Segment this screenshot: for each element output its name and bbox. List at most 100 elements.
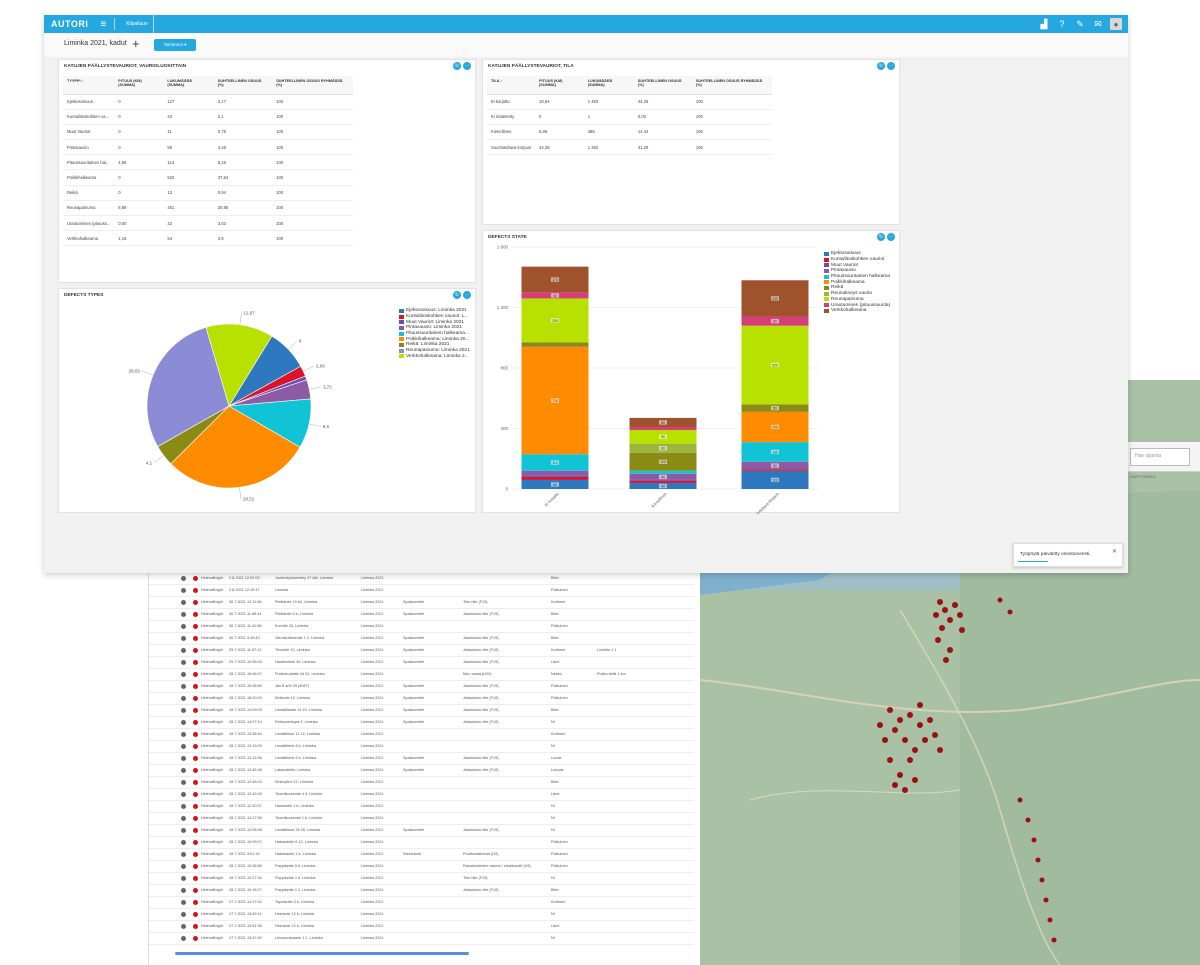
user-avatar-icon[interactable]: ● bbox=[1110, 18, 1122, 30]
nav-tab-kilpailuun[interactable]: Kilpailuun bbox=[121, 15, 154, 33]
list-item[interactable]: HelenaBright 28.7.2021 12:46:04 Kirkkojärv… bbox=[149, 777, 694, 789]
refresh-icon[interactable]: ↻ bbox=[877, 233, 885, 241]
legend-item[interactable]: Verkkohalkeama bbox=[824, 308, 890, 314]
list-item[interactable]: HelenaBright 28.7.2021 10:38:56 Pappilanti… bbox=[149, 861, 694, 873]
help-icon[interactable]: ? bbox=[1056, 18, 1068, 30]
list-item[interactable]: HelenaBright 28.7.2021 14:07:14 Rekkosentu… bbox=[149, 717, 694, 729]
list-item[interactable]: HelenaBright 28.7.2021 12:42:09 Tuomikuute… bbox=[149, 789, 694, 801]
legend-item[interactable]: Verkkohalkeama: Liminka 2... bbox=[399, 354, 470, 360]
hamburger-menu-icon[interactable]: ≡ bbox=[100, 19, 106, 30]
legend-item[interactable]: Kuntaliitoskohtien vauriot bbox=[824, 257, 890, 263]
table-cell: Ei korjattu bbox=[487, 94, 536, 110]
table-row[interactable]: Pintavauvio 0 59 4,26 100 bbox=[63, 139, 353, 156]
table-row[interactable]: Ejektosoisuus 0 127 3,17 100 bbox=[63, 94, 353, 110]
table-cell: Reunapainuma bbox=[63, 200, 115, 217]
bar-segment[interactable] bbox=[741, 469, 809, 471]
more-options-icon[interactable]: ⋯ bbox=[463, 291, 471, 299]
map-search-input[interactable]: Hae sijainta bbox=[1130, 447, 1190, 466]
table-row[interactable]: Verkkohalkeama 1,16 54 3,9 100 bbox=[63, 230, 353, 247]
bar-segment[interactable] bbox=[521, 475, 589, 477]
refresh-icon[interactable]: ↻ bbox=[877, 62, 885, 70]
tools-icon[interactable]: ✎ bbox=[1074, 18, 1086, 30]
table-row[interactable]: Pituussuuntainen hal... 4,56 113 8,16 100 bbox=[63, 154, 353, 171]
t1-column-header[interactable]: TYYPPI ↑ bbox=[63, 76, 115, 95]
list-item[interactable]: HelenaBright 27.7.2021 13:51:36 Heeranie 1… bbox=[149, 921, 694, 933]
list-item[interactable]: HelenaBright 28.7.2021 12:30:07 Hankantie … bbox=[149, 801, 694, 813]
factory-icon[interactable]: ▟ bbox=[1038, 18, 1050, 30]
bar-segment[interactable] bbox=[629, 426, 697, 431]
table-row[interactable]: Suunniteltava korjaus 44,39 1 392 41,29 100 bbox=[487, 139, 772, 156]
legend-item[interactable]: Pituussuuntainen halkeama bbox=[824, 274, 890, 280]
table-horizontal-scrollbar[interactable] bbox=[175, 952, 469, 955]
table-row[interactable]: Urautuminen (pituuss... 0,00 42 3,03 100 bbox=[63, 215, 353, 232]
t2-column-header: SUHTEELLINEN OSUUS RYHMÄSSÄ (%) bbox=[691, 76, 772, 95]
table-row[interactable]: Reikä 0 13 0,94 100 bbox=[63, 185, 353, 201]
more-options-icon[interactable]: ⋯ bbox=[463, 62, 471, 70]
list-item[interactable]: HelenaBright 27.7.2021 13:59:11 Heeranie 1… bbox=[149, 909, 694, 921]
list-item[interactable]: HelenaBright 28.7.2021 13:13:36 Limattitie… bbox=[149, 753, 694, 765]
table-row[interactable]: Muut Vauriot 0 11 0,75 100 bbox=[63, 124, 353, 141]
table-row[interactable]: Ei korjattu 18,64 1 493 44,26 100 bbox=[487, 94, 772, 110]
list-item[interactable]: HelenaBright 29.7.2021 11:57:12 Tiinuntie … bbox=[149, 645, 694, 657]
list-item[interactable]: HelenaBright 28.7.2021 13:19:09 Limattitie… bbox=[149, 741, 694, 753]
status-dot-icon bbox=[181, 576, 186, 581]
list-item[interactable]: HelenaBright 30.7.2021 9:49:43 Vennikuties… bbox=[149, 633, 694, 645]
list-item[interactable]: HelenaBright 27.7.2021 14:27:02 Tupolantie… bbox=[149, 897, 694, 909]
table-row[interactable]: Kiireellinen 5,86 486 14,42 100 bbox=[487, 124, 772, 141]
list-item[interactable]: HelenaBright 28.7.2021 13:36:44 Limattitie… bbox=[149, 729, 694, 741]
bar-segment[interactable] bbox=[629, 479, 697, 481]
bar-segment[interactable] bbox=[629, 470, 697, 474]
list-item[interactable]: HelenaBright 2.8.2021 12:19:17 Liminka Limi… bbox=[149, 585, 694, 597]
pie-chart[interactable]: 8 2,06 3,72 9,5 28,51 4,1 28,03 12,97 bbox=[59, 289, 399, 514]
table-row[interactable]: Ei määritetty 0 1 0,03 100 bbox=[487, 109, 772, 125]
close-icon[interactable]: ✕ bbox=[1112, 548, 1117, 555]
list-item[interactable]: HelenaBright 29.7.2021 10:55:09 Hautieniem… bbox=[149, 657, 694, 669]
list-item[interactable]: HelenaBright 28.7.2021 15:00:02 Kirkkotie … bbox=[149, 693, 694, 705]
list-item[interactable]: HelenaBright 28.7.2021 16:46:07 Puistokunt… bbox=[149, 669, 694, 681]
autori-logo[interactable]: AUTORI bbox=[44, 19, 88, 29]
table-row[interactable]: Reunapainuma 8,89 401 28,95 100 bbox=[63, 200, 353, 217]
list-item[interactable]: HelenaBright 28.7.2021 12:17:56 Tuomikuute… bbox=[149, 813, 694, 825]
table-row[interactable]: Poikkihalkeama 0 522 37,64 100 bbox=[63, 169, 353, 186]
list-item[interactable]: HelenaBright 30.7.2021 11:41:56 Kurintie 3… bbox=[149, 621, 694, 633]
bar-segment[interactable] bbox=[521, 342, 589, 347]
bar-segment[interactable] bbox=[521, 470, 589, 476]
map-layer-item[interactable]: KARTTATASO bbox=[1130, 474, 1156, 479]
refresh-icon[interactable]: ↻ bbox=[453, 291, 461, 299]
legend-item[interactable]: Pintavauvio: Liminka 2021 bbox=[399, 325, 470, 331]
list-item[interactable]: HelenaBright 28.7.2021 10:09:07 Hakanantie… bbox=[149, 837, 694, 849]
dashboard-tab-title[interactable]: Liminka 2021, kadut bbox=[64, 40, 127, 47]
legend-item[interactable]: Pituussuuntainen halkeama... bbox=[399, 331, 470, 337]
refresh-icon[interactable]: ↻ bbox=[453, 62, 461, 70]
actions-dropdown-button[interactable]: Toiminnot ▾ bbox=[154, 39, 196, 51]
stacked-bar-chart[interactable]: 0 400 800 1 200 1 600 60 110 710 290 40 170 Ei korj… bbox=[483, 231, 823, 514]
list-item[interactable]: HelenaBright 2.8.2021 12:02:00 Joukkotyösk… bbox=[149, 573, 694, 585]
add-dashboard-button[interactable]: + bbox=[132, 36, 140, 51]
t2-column-header[interactable]: TILA ↑ bbox=[487, 76, 536, 95]
more-options-icon[interactable]: ⋯ bbox=[887, 62, 895, 70]
bar-segment[interactable] bbox=[521, 476, 589, 480]
list-item[interactable]: HelenaBright 28.7.2021 9:51:34 Hakanantie … bbox=[149, 849, 694, 861]
list-item[interactable]: HelenaBright 28.7.2021 10:18:27 Pappilanti… bbox=[149, 885, 694, 897]
legend-item[interactable]: Ejektosoisuus: Liminka 2021 bbox=[399, 308, 470, 314]
legend-swatch bbox=[399, 342, 404, 347]
severity-dot-icon bbox=[193, 600, 198, 605]
list-item[interactable]: HelenaBright 30.7.2021 11:58:44 Pietilänti… bbox=[149, 609, 694, 621]
list-item[interactable]: HelenaBright 28.7.2021 15:08:56 Jäu 8 a00 … bbox=[149, 681, 694, 693]
table-cell: 100 bbox=[272, 94, 353, 110]
list-item[interactable]: HelenaBright 28.7.2021 14:09:09 Liimattila… bbox=[149, 705, 694, 717]
legend-label: Reunakireys vaurio bbox=[831, 291, 873, 297]
legend-swatch bbox=[399, 308, 404, 313]
bar-segment[interactable] bbox=[629, 480, 697, 483]
legend-item[interactable]: Kuntaliitoskohtien vauriot: L... bbox=[399, 314, 470, 320]
list-item[interactable]: HelenaBright 28.7.2021 10:27:34 Pappilanti… bbox=[149, 873, 694, 885]
chat-icon[interactable]: ✉ bbox=[1092, 18, 1104, 30]
list-item[interactable]: HelenaBright 27.7.2021 13:47:40 Leinusmara… bbox=[149, 933, 694, 945]
list-item[interactable]: HelenaBright 28.7.2021 12:08:08 Limattitie… bbox=[149, 825, 694, 837]
legend-item[interactable]: Reunapainuma: Liminka 2021 bbox=[399, 348, 470, 354]
more-options-icon[interactable]: ⋯ bbox=[887, 233, 895, 241]
list-item[interactable]: HelenaBright 30.7.2021 12:11:06 Pietilänti… bbox=[149, 597, 694, 609]
table-cell: Pituussuuntainen hal... bbox=[63, 154, 115, 171]
list-item[interactable]: HelenaBright 28.7.2021 12:45:48 Latsiustie… bbox=[149, 765, 694, 777]
table-row[interactable]: Kuntaliitoskohtien va... 0 43 2,1 100 bbox=[63, 109, 353, 125]
